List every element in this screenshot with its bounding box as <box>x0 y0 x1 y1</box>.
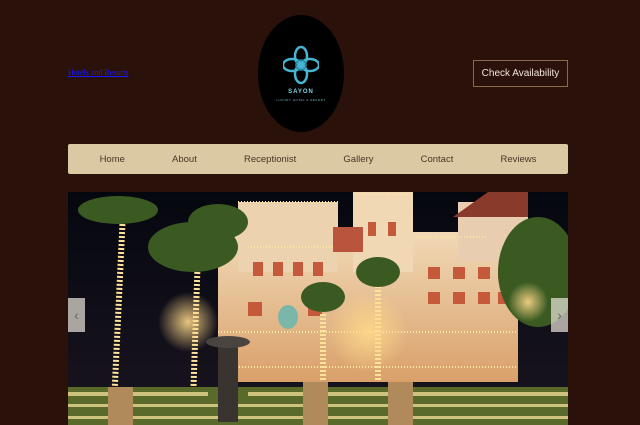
nav-item-receptionist[interactable]: Receptionist <box>238 150 302 169</box>
main-nav: Home About Receptionist Gallery Contact … <box>68 144 568 174</box>
nav-item-contact[interactable]: Contact <box>415 150 460 169</box>
nav-item-reviews[interactable]: Reviews <box>494 150 542 169</box>
hero-slider: ‹ › <box>68 192 568 425</box>
hotels-and-resorts-link[interactable]: Hotels and Resorts <box>68 68 128 77</box>
nav-item-home[interactable]: Home <box>94 150 131 169</box>
check-availability-button[interactable]: Check Availability <box>473 60 568 87</box>
logo-flower-icon <box>283 45 319 85</box>
slider-prev-button[interactable]: ‹ <box>68 298 85 332</box>
hotel-night-photo <box>68 192 568 425</box>
logo-name: SAYON <box>288 89 314 95</box>
nav-item-gallery[interactable]: Gallery <box>337 150 379 169</box>
nav-item-about[interactable]: About <box>166 150 203 169</box>
slider-next-button[interactable]: › <box>551 298 568 332</box>
logo: SAYON LUXURY HOTEL & RESORT <box>258 15 344 132</box>
logo-tagline: LUXURY HOTEL & RESORT <box>276 98 326 102</box>
